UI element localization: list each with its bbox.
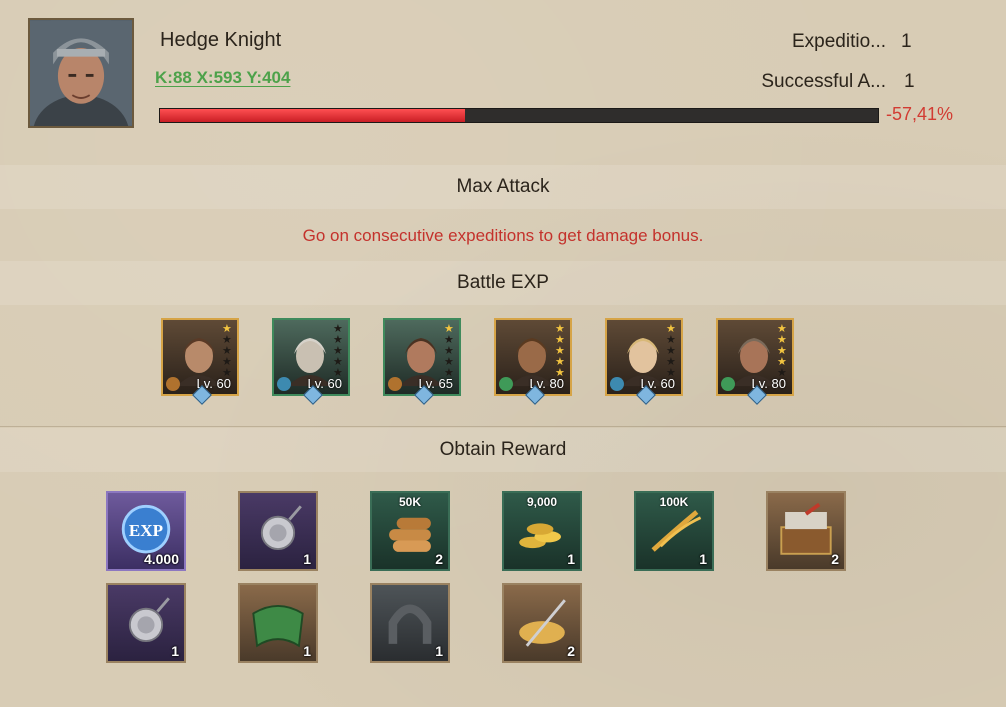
reward-count: 1 [303, 643, 311, 659]
hero-card[interactable]: ★ ★ ★ ★ ★ Lv. 60 [605, 318, 683, 405]
reward-count: 1 [699, 551, 707, 567]
successful-attacks-label: Successful A... [761, 71, 886, 92]
hero-card[interactable]: ★ ★ ★ ★ ★ Lv. 60 [161, 318, 239, 405]
section-divider [0, 426, 1006, 427]
reward-amount: 9,000 [526, 495, 558, 509]
reward-count: 2 [567, 643, 575, 659]
reward-item[interactable]: 1 [238, 491, 318, 571]
reward-item[interactable]: 1 [106, 583, 186, 663]
damage-percent: -57,41% [886, 104, 954, 124]
reward-count: 2 [831, 551, 839, 567]
player-name: Hedge Knight [160, 29, 282, 51]
expeditions-label: Expeditio... [792, 31, 886, 52]
reward-item[interactable]: 100K 1 [634, 491, 714, 571]
damage-bonus-hint: Go on consecutive expeditions to get dam… [302, 226, 704, 245]
reward-count: 1 [171, 643, 179, 659]
reward-count: 2 [435, 551, 443, 567]
hero-card[interactable]: ★ ★ ★ ★ ★ Lv. 80 [716, 318, 794, 405]
reward-item[interactable]: EXP 4.000 [106, 491, 186, 571]
hero-stars: ★ ★ ★ ★ ★ [222, 324, 234, 379]
hero-card[interactable]: ★ ★ ★ ★ ★ Lv. 60 [272, 318, 350, 405]
damage-progress-fill [160, 109, 466, 122]
reward-amount: 50K [398, 495, 421, 509]
obtain-reward-title: Obtain Reward [439, 439, 567, 460]
player-portrait [28, 18, 134, 128]
reward-amount: 100K [659, 495, 689, 509]
hero-class-horse-icon [277, 377, 291, 391]
hero-stars: ★ ★ ★ ★ ★ [444, 324, 456, 379]
reward-count: 1 [435, 643, 443, 659]
reward-item[interactable]: 9,000 1 [502, 491, 582, 571]
reward-count: 4.000 [143, 551, 179, 567]
reward-item[interactable]: 2 [766, 491, 846, 571]
reward-item[interactable]: 1 [370, 583, 450, 663]
reward-item[interactable]: 1 [238, 583, 318, 663]
player-coordinates-link[interactable]: K:88 X:593 Y:404 [155, 68, 290, 88]
reward-item[interactable]: 2 [502, 583, 582, 663]
successful-attacks-value: 1 [904, 71, 915, 92]
damage-progress-bar [159, 108, 879, 123]
max-attack-title: Max Attack [456, 176, 550, 197]
hero-stars: ★ ★ ★ ★ ★ [555, 324, 567, 379]
hero-class-leaf-icon [721, 377, 735, 391]
hero-card[interactable]: ★ ★ ★ ★ ★ Lv. 80 [494, 318, 572, 405]
battle-exp-title: Battle EXP [457, 272, 549, 293]
hero-stars: ★ ★ ★ ★ ★ [333, 324, 345, 379]
hero-stars: ★ ★ ★ ★ ★ [777, 324, 789, 379]
reward-count: 1 [567, 551, 575, 567]
hero-stars: ★ ★ ★ ★ ★ [666, 324, 678, 379]
svg-text:EXP: EXP [129, 521, 163, 540]
hero-card[interactable]: ★ ★ ★ ★ ★ Lv. 65 [383, 318, 461, 405]
hero-class-horse-icon [610, 377, 624, 391]
hero-class-sword-icon [388, 377, 402, 391]
reward-item[interactable]: 50K 2 [370, 491, 450, 571]
reward-count: 1 [303, 551, 311, 567]
expeditions-value: 1 [901, 31, 912, 52]
hero-class-sword-icon [166, 377, 180, 391]
hero-class-leaf-icon [499, 377, 513, 391]
